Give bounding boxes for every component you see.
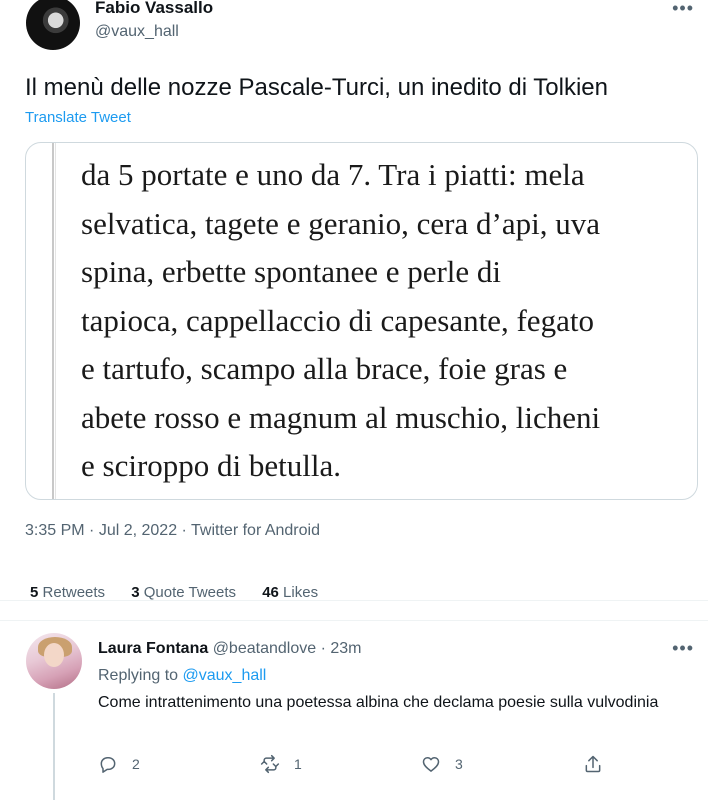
quotes-label: Quote Tweets [143, 584, 237, 600]
image-margin-rule [52, 143, 54, 499]
tweet-text: Il menù delle nozze Pascale-Turci, un in… [25, 74, 608, 101]
thread-line [53, 693, 55, 800]
reply-more-options-icon[interactable]: ••• [672, 638, 694, 659]
reply-time[interactable]: 23m [330, 640, 361, 657]
reply-icon [100, 757, 116, 773]
share-button[interactable] [583, 752, 603, 776]
reply-author-handle[interactable]: @beatandlove [213, 640, 316, 657]
reply-actions: 2 1 3 [98, 752, 608, 776]
likes-label: Likes [283, 584, 319, 600]
image-text-line: da 5 portate e uno da 7. Tra i piatti: m… [81, 157, 585, 192]
retweet-count: 1 [294, 756, 302, 772]
reply-author-name[interactable]: Laura Fontana [98, 640, 208, 657]
tweet-metadata: 3:35 PM · Jul 2, 2022 · Twitter for Andr… [25, 522, 320, 540]
replying-to-handle[interactable]: @vaux_hall [183, 667, 267, 684]
tweet-time[interactable]: 3:35 PM [25, 522, 85, 539]
reply-button[interactable]: 2 [98, 752, 140, 776]
replying-to-label: Replying to [98, 667, 179, 684]
retweet-icon [260, 754, 280, 774]
more-options-icon[interactable]: ••• [672, 0, 694, 19]
reply-text: Come intrattenimento una poetessa albina… [98, 694, 659, 711]
likes-stat[interactable]: 46 Likes [262, 584, 318, 600]
main-tweet: Fabio Vassallo @vaux_hall ••• Il menù de… [0, 0, 708, 608]
image-text-line: spina, erbette spontanee e perle di [81, 254, 502, 289]
tweet-stats: 5 Retweets 3 Quote Tweets 46 Likes [30, 584, 430, 600]
likes-count: 46 [262, 584, 279, 600]
avatar-face [44, 643, 64, 667]
retweets-label: Retweets [42, 584, 106, 600]
image-text-line: abete rosso e magnum al muschio, licheni [81, 399, 601, 435]
image-margin-rule-shadow [55, 143, 56, 499]
heart-icon [422, 757, 440, 772]
reply-author-avatar[interactable] [26, 633, 82, 689]
tweet-date[interactable]: Jul 2, 2022 [99, 522, 177, 539]
retweets-stat[interactable]: 5 Retweets [30, 584, 105, 600]
author-name[interactable]: Fabio Vassallo [95, 0, 213, 18]
reply-header: Laura Fontana @beatandlove · 23m [98, 640, 361, 658]
replying-to: Replying to @vaux_hall [98, 667, 266, 685]
reply-dot: · [320, 640, 326, 657]
retweet-button[interactable]: 1 [260, 752, 302, 776]
quotes-count: 3 [131, 584, 140, 600]
image-text-line: e sciroppo di betulla. [81, 448, 341, 483]
retweets-count: 5 [30, 584, 39, 600]
image-text: da 5 portate e uno da 7. Tra i piatti: m… [81, 151, 691, 491]
author-avatar[interactable] [26, 0, 80, 50]
quote-tweets-stat[interactable]: 3 Quote Tweets [131, 584, 236, 600]
share-icon [585, 755, 601, 773]
image-text-line: selvatica, tagete e geranio, cera d’api,… [81, 205, 600, 241]
author-handle[interactable]: @vaux_hall [95, 23, 179, 41]
divider [0, 600, 708, 601]
meta-separator: · [177, 522, 192, 539]
image-text-line: tapioca, cappellaccio di capesante, fega… [81, 302, 594, 338]
reply-count: 2 [132, 756, 140, 772]
image-text-line: e tartufo, scampo alla brace, foie gras … [81, 351, 568, 386]
tweet-image[interactable]: da 5 portate e uno da 7. Tra i piatti: m… [25, 142, 698, 500]
like-button[interactable]: 3 [421, 752, 463, 776]
translate-tweet-link[interactable]: Translate Tweet [25, 109, 131, 126]
tweet-source[interactable]: Twitter for Android [191, 522, 320, 539]
like-count: 3 [455, 756, 463, 772]
meta-separator: · [84, 522, 99, 539]
reply-tweet[interactable]: Laura Fontana @beatandlove · 23m ••• Rep… [0, 621, 708, 800]
